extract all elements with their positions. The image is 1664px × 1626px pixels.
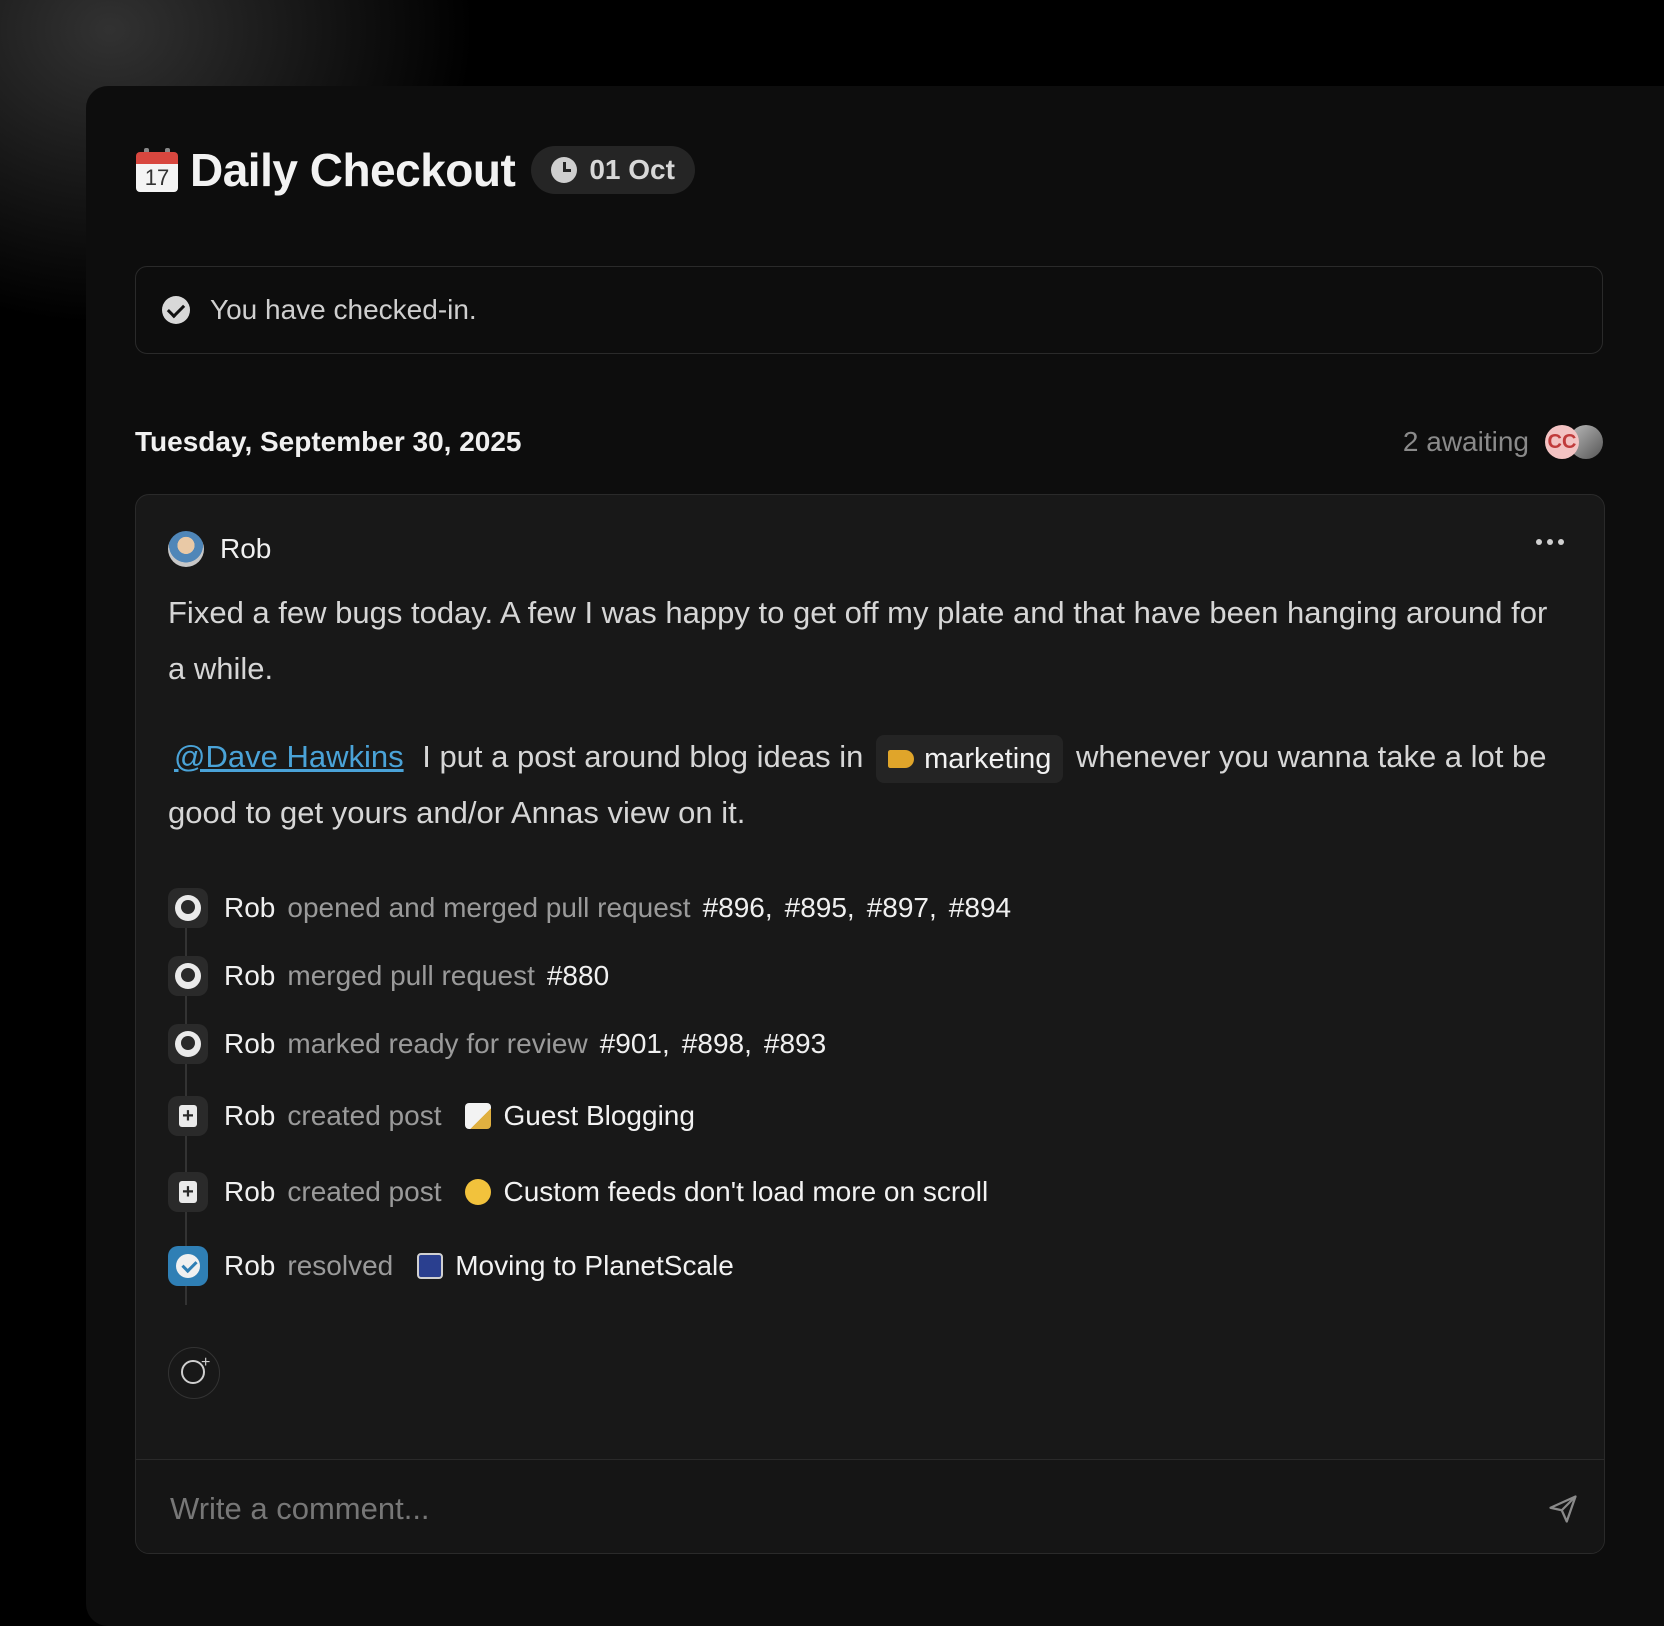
activity-verb: merged pull request [287,960,535,991]
post-paragraph: Fixed a few bugs today. A few I was happ… [168,595,1548,686]
activity-actor[interactable]: Rob [224,960,275,992]
date-badge[interactable]: 01 Oct [531,146,695,194]
activity-verb: created post [287,1100,442,1131]
activity-verb: created post [287,1176,442,1207]
avatar [168,531,204,567]
user-mention-link[interactable]: @Dave Hawkins [174,739,404,774]
post-link[interactable]: Moving to PlanetScale [455,1250,734,1282]
post-link[interactable]: Custom feeds don't load more on scroll [503,1176,988,1208]
channel-name: marketing [924,742,1052,775]
author-name: Rob [220,533,272,564]
pull-request-link[interactable]: #901, [600,1028,670,1060]
channel-chip[interactable]: marketing [876,734,1064,783]
post-paragraph: @Dave Hawkins I put a post around blog i… [168,729,1568,841]
activity-item: Rob merged pull request #880 [168,955,621,997]
check-circle-icon [162,296,190,324]
activity-item: Rob created post Guest Blogging [168,1095,695,1137]
checkin-text: You have checked-in. [210,294,477,325]
more-options-icon[interactable] [1536,539,1564,545]
pull-request-link[interactable]: #897, [867,892,937,924]
activity-actor[interactable]: Rob [224,892,275,924]
github-icon [168,888,208,928]
new-post-icon [168,1096,208,1136]
activity-item: Rob created post Custom feeds don't load… [168,1171,988,1213]
checkout-card: Rob Fixed a few bugs today. A few I was … [135,494,1605,1554]
activity-item: Rob opened and merged pull request #896,… [168,887,1023,929]
activity-item: Rob resolved Moving to PlanetScale [168,1245,734,1287]
activity-item: Rob marked ready for review #901, #898, … [168,1023,838,1065]
activity-actor[interactable]: Rob [224,1250,275,1282]
avatar: CC [1545,425,1579,459]
calendar-icon: 17 [136,148,178,192]
calendar-icon-day: 17 [136,164,178,192]
post-text: I put a post around blog ideas in [422,739,864,774]
date-badge-label: 01 Oct [589,154,675,185]
day-header: Tuesday, September 30, 2025 2 awaiting C… [135,420,1603,464]
memo-emoji-icon [465,1103,492,1129]
github-icon [168,956,208,996]
pull-request-link[interactable]: #895, [785,892,855,924]
awaiting-count: 2 awaiting [1402,426,1529,457]
pull-request-link[interactable]: #893 [764,1028,826,1060]
clock-icon [551,157,578,183]
page-header: 17 Daily Checkout 01 Oct [136,140,695,200]
checkin-banner: You have checked-in. [135,266,1603,354]
activity-verb: marked ready for review [287,1028,588,1059]
activity-actor[interactable]: Rob [224,1028,275,1060]
new-post-icon [168,1172,208,1212]
activity-actor[interactable]: Rob [224,1100,275,1132]
activity-actor[interactable]: Rob [224,1176,275,1208]
post-author[interactable]: Rob [168,531,271,567]
activity-verb: opened and merged pull request [287,892,691,923]
github-icon [168,1024,208,1064]
send-icon[interactable] [1548,1494,1578,1524]
pull-request-link[interactable]: #896, [703,892,773,924]
post-link[interactable]: Guest Blogging [503,1100,694,1132]
post-body: Fixed a few bugs today. A few I was happ… [168,585,1568,873]
activity-verb: resolved [287,1250,394,1281]
add-reaction-button[interactable]: + [168,1347,220,1399]
pull-request-link[interactable]: #880 [547,960,609,992]
awaiting-indicator[interactable]: 2 awaiting CC [1403,425,1603,459]
resolved-check-icon [168,1246,208,1286]
awaiting-avatars: CC [1545,425,1603,459]
page-title: Daily Checkout [190,144,516,196]
comment-input[interactable] [168,1482,1492,1536]
plus-icon: + [201,1354,211,1371]
chart-emoji-icon [417,1253,444,1279]
confused-face-emoji-icon [465,1179,492,1205]
comment-composer [136,1459,1604,1553]
pull-request-link[interactable]: #898, [682,1028,752,1060]
pull-request-link[interactable]: #894 [949,892,1011,924]
day-label: Tuesday, September 30, 2025 [135,426,522,457]
megaphone-icon [888,749,915,768]
